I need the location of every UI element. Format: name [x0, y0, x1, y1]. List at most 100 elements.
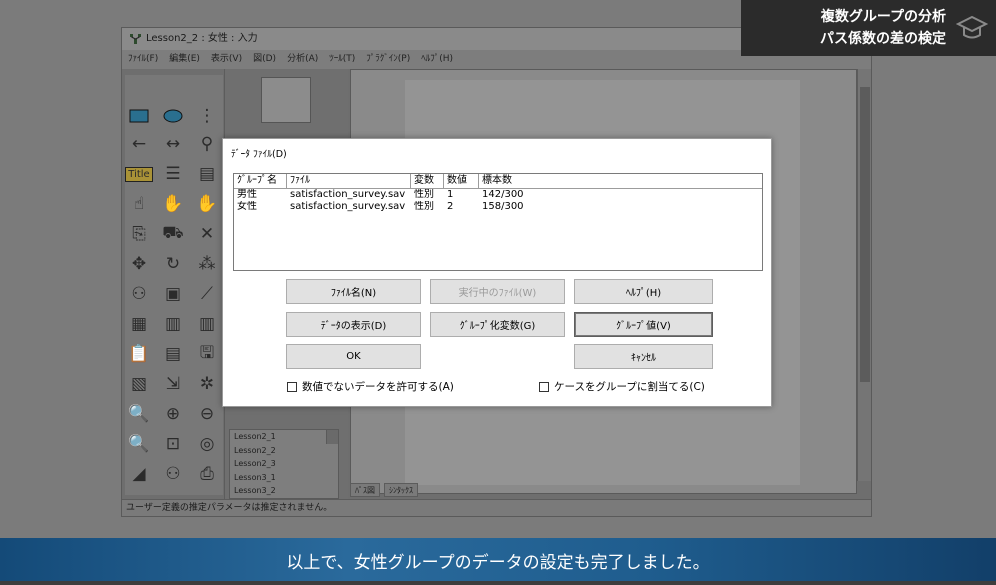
badge-line-2: パス係数の差の検定	[820, 31, 946, 47]
dialog-title: ﾃﾞｰﾀ ﾌｧｲﾙ(D)	[231, 149, 287, 160]
model-list: Lesson2_1 Lesson2_2 Lesson2_3 Lesson3_1 …	[229, 429, 339, 499]
graduation-cap-icon	[956, 15, 988, 39]
zoom-out-icon[interactable]: ⊖	[195, 403, 219, 425]
multiple-group-icon[interactable]: ⚇	[161, 463, 185, 485]
print-icon[interactable]: ⎙	[195, 463, 219, 485]
analysis-properties-icon[interactable]: ▥	[161, 313, 185, 335]
menu-file[interactable]: ﾌｧｲﾙ(F)	[128, 50, 158, 69]
col-group-name: ｸﾞﾙｰﾌﾟ名	[234, 174, 287, 188]
title-tool-icon[interactable]: Title	[125, 163, 153, 185]
table-row[interactable]: 男性 satisfaction_survey.sav 性別 1 142/300	[234, 189, 762, 201]
data-file-icon[interactable]: ▦	[127, 313, 151, 335]
single-arrow-icon[interactable]: ←	[127, 133, 151, 155]
checkbox-box[interactable]	[539, 381, 549, 392]
move-params-icon[interactable]: ⚇	[127, 283, 151, 305]
allow-nonnumeric-checkbox[interactable]: 数値でないデータを許可する(A)	[287, 379, 454, 394]
loupe-icon[interactable]: ◎	[195, 433, 219, 455]
preserve-symmetry-icon[interactable]: ✲	[195, 373, 219, 395]
object-properties-icon[interactable]: ▧	[127, 373, 151, 395]
model-list-scrollbar[interactable]	[326, 430, 338, 444]
group-value-button[interactable]: ｸﾞﾙｰﾌﾟ値(V)	[574, 312, 713, 337]
error-variable-icon[interactable]: ⚲	[195, 133, 219, 155]
working-file-button[interactable]: 実行中のﾌｧｲﾙ(W)	[430, 279, 565, 304]
rotate-icon[interactable]: ↻	[161, 253, 185, 275]
menu-view[interactable]: 表示(V)	[211, 50, 242, 69]
col-variable: 変数	[411, 174, 444, 188]
help-button[interactable]: ﾍﾙﾌﾟ(H)	[574, 279, 713, 304]
cell-n: 158/300	[482, 201, 524, 212]
model-item[interactable]: Lesson3_1	[230, 471, 338, 485]
status-bar: ユーザー定義の推定パラメータは推定されません。	[122, 499, 871, 516]
cell-variable: 性別	[414, 201, 434, 212]
checkbox-label: ケースをグループに割当てる(C)	[554, 381, 705, 393]
file-name-button[interactable]: ﾌｧｲﾙ名(N)	[286, 279, 421, 304]
cell-value: 2	[447, 201, 454, 212]
tab-path-diagram[interactable]: ﾊﾟｽ図	[350, 483, 380, 497]
model-item[interactable]: Lesson2_3	[230, 457, 338, 471]
menu-analyze[interactable]: 分析(A)	[287, 50, 318, 69]
select-all-icon[interactable]: ✋	[161, 193, 185, 215]
col-value: 数値	[444, 174, 479, 188]
data-files-dialog: ﾃﾞｰﾀ ﾌｧｲﾙ(D) ｸﾞﾙｰﾌﾟ名 ﾌｧｲﾙ 変数 数値 標本数 男性 s…	[222, 138, 772, 407]
menu-tools[interactable]: ﾂｰﾙ(T)	[329, 50, 355, 69]
checkbox-label: 数値でないデータを許可する(A)	[302, 381, 454, 393]
checkbox-box[interactable]	[287, 381, 297, 392]
calculate-estimates-icon[interactable]: ▥	[195, 313, 219, 335]
ellipse-tool-icon[interactable]	[161, 105, 185, 127]
zoom-in-icon[interactable]: ⊕	[161, 403, 185, 425]
list-variables-icon[interactable]: ☰	[161, 163, 185, 185]
model-item[interactable]: Lesson2_1	[230, 430, 338, 444]
table-row[interactable]: 女性 satisfaction_survey.sav 性別 2 158/300	[234, 201, 762, 213]
model-item[interactable]: Lesson3_2	[230, 484, 338, 498]
canvas-scrollbar[interactable]	[857, 69, 871, 481]
indicator-tool-icon[interactable]: ⋮	[195, 105, 219, 127]
window-title: Lesson2_2 : 女性 : 入力	[146, 33, 258, 44]
table-header: ｸﾞﾙｰﾌﾟ名 ﾌｧｲﾙ 変数 数値 標本数	[234, 174, 762, 189]
cell-value: 1	[447, 189, 454, 200]
scrollbar-thumb[interactable]	[860, 87, 870, 382]
deselect-icon[interactable]: ✋	[195, 193, 219, 215]
model-item[interactable]: Lesson2_2	[230, 444, 338, 458]
col-file: ﾌｧｲﾙ	[287, 174, 411, 188]
reflect-icon[interactable]: ⁂	[195, 253, 219, 275]
copy-icon[interactable]: ⎘	[127, 223, 151, 245]
col-n: 標本数	[482, 175, 512, 186]
title-tool-label: Title	[125, 166, 153, 182]
fit-page-icon[interactable]: ⊡	[161, 433, 185, 455]
cancel-button[interactable]: ｷｬﾝｾﾙ	[574, 344, 713, 369]
clipboard-icon[interactable]: 📋	[127, 343, 151, 365]
menu-plugins[interactable]: ﾌﾟﾗｸﾞｲﾝ(P)	[366, 50, 410, 69]
menu-help[interactable]: ﾍﾙﾌﾟ(H)	[421, 50, 453, 69]
move-icon[interactable]: ⛟	[161, 223, 185, 245]
assign-cases-checkbox[interactable]: ケースをグループに割当てる(C)	[539, 379, 705, 394]
bayesian-icon[interactable]: ◢	[127, 463, 151, 485]
save-icon[interactable]: 🖫	[195, 343, 219, 365]
menu-edit[interactable]: 編集(E)	[169, 50, 200, 69]
cell-file: satisfaction_survey.sav	[290, 189, 406, 200]
ok-button[interactable]: OK	[286, 344, 421, 369]
select-one-icon[interactable]: ☝	[127, 193, 151, 215]
badge-line-1: 複数グループの分析	[820, 9, 946, 25]
view-data-button[interactable]: ﾃﾞｰﾀの表示(D)	[286, 312, 421, 337]
view-text-icon[interactable]: ▤	[161, 343, 185, 365]
grouping-variable-button[interactable]: ｸﾞﾙｰﾌﾟ化変数(G)	[430, 312, 565, 337]
rectangle-tool-icon[interactable]	[127, 105, 151, 127]
tab-syntax[interactable]: ｼﾝﾀｯｸｽ	[384, 483, 418, 497]
shape-change-icon[interactable]: ✥	[127, 253, 151, 275]
course-badge: 複数グループの分析 パス係数の差の検定	[741, 0, 996, 56]
double-arrow-icon[interactable]: ↔	[161, 133, 185, 155]
cell-group-name: 男性	[237, 189, 257, 200]
drag-properties-icon[interactable]: ⇲	[161, 373, 185, 395]
list-data-icon[interactable]: ▤	[195, 163, 219, 185]
zoom-page-icon[interactable]: 🔍	[127, 433, 151, 455]
cell-group-name: 女性	[237, 201, 257, 212]
scroll-icon[interactable]: ▣	[161, 283, 185, 305]
cell-n: 142/300	[482, 189, 524, 200]
touch-up-icon[interactable]: ⟋	[195, 283, 219, 305]
zoom-area-icon[interactable]: 🔍	[127, 403, 151, 425]
menu-diagram[interactable]: 図(D)	[253, 50, 276, 69]
amos-app-icon	[130, 34, 141, 44]
subtitle-band: 以上で、女性グループのデータの設定も完了しました。	[0, 538, 996, 581]
erase-icon[interactable]: ✕	[195, 223, 219, 245]
group-table: ｸﾞﾙｰﾌﾟ名 ﾌｧｲﾙ 変数 数値 標本数 男性 satisfaction_s…	[233, 173, 763, 271]
